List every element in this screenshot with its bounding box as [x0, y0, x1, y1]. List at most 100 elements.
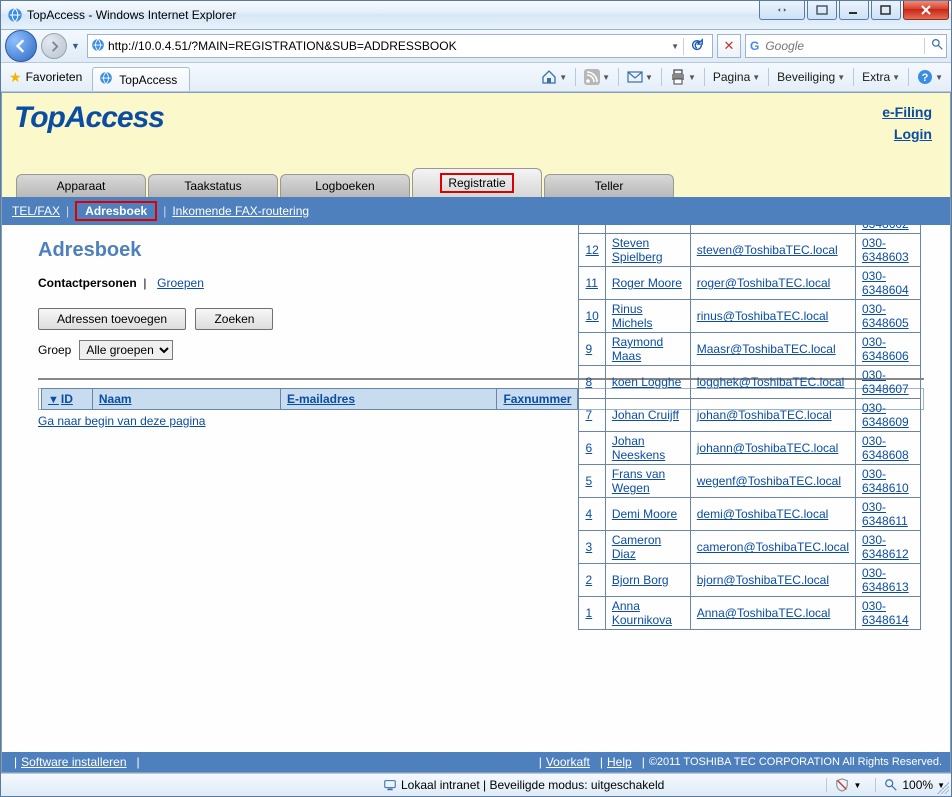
row-id-link[interactable]: 6 — [585, 441, 592, 455]
row-id-link[interactable]: 11 — [585, 276, 597, 290]
col-name-header[interactable]: Naam — [92, 388, 280, 409]
zoom-control[interactable]: 100% ▼ — [875, 778, 945, 792]
row-email-link[interactable]: wegenf@ToshibaTEC.local — [697, 474, 841, 488]
groups-link[interactable]: Groepen — [157, 276, 204, 290]
security-zone[interactable]: Lokaal intranet | Beveiligde modus: uitg… — [383, 778, 664, 792]
browser-tab[interactable]: TopAccess — [92, 67, 190, 91]
row-fax-link[interactable]: 030-6348604 — [862, 269, 909, 297]
row-email-link[interactable]: Maasr@ToshibaTEC.local — [697, 342, 836, 356]
row-fax-link[interactable]: 030-6348612 — [862, 533, 909, 561]
row-email-link[interactable]: johann@ToshibaTEC.local — [697, 441, 839, 455]
row-fax-link[interactable]: 030-6348603 — [862, 236, 909, 264]
feeds-menu-button[interactable]: ▼ — [580, 67, 614, 87]
row-id-link[interactable]: 12 — [585, 243, 598, 257]
col-email-header[interactable]: E-mailadres — [280, 388, 497, 409]
window-maximize-button[interactable] — [871, 1, 901, 20]
address-dropdown[interactable]: ▼ — [667, 42, 683, 51]
row-name-link[interactable]: Anna Kournikova — [612, 599, 672, 627]
help-link[interactable]: Help — [607, 755, 632, 769]
main-tab-logboeken[interactable]: Logboeken — [280, 174, 410, 197]
row-name-link[interactable]: Steven Spielberg — [612, 236, 663, 264]
home-menu-button[interactable]: ▼ — [537, 67, 571, 87]
group-select[interactable]: Alle groepen — [79, 340, 173, 360]
row-name-link[interactable]: Raymond Maas — [612, 335, 663, 363]
print-menu-button[interactable]: ▼ — [666, 67, 700, 87]
row-id-link[interactable]: 5 — [585, 474, 592, 488]
favorites-button[interactable]: ★ Favorieten — [1, 63, 90, 91]
main-tab-taakstatus[interactable]: Taakstatus — [148, 174, 278, 197]
main-tab-registratie[interactable]: Registratie — [412, 168, 542, 197]
window-minimize-button[interactable] — [839, 1, 869, 20]
search-button[interactable]: Zoeken — [195, 308, 273, 330]
row-fax-link[interactable]: 030-6348606 — [862, 335, 909, 363]
row-email-link[interactable]: roger@ToshibaTEC.local — [697, 276, 831, 290]
nav-back-button[interactable] — [5, 30, 37, 62]
row-id-link[interactable]: 4 — [585, 507, 592, 521]
main-tab-teller[interactable]: Teller — [544, 174, 674, 197]
row-email-link[interactable]: rinus@ToshibaTEC.local — [697, 309, 829, 323]
mail-menu-button[interactable]: ▼ — [623, 67, 657, 87]
row-id-link[interactable]: 3 — [585, 540, 592, 554]
voorkaft-link[interactable]: Voorkaft — [546, 755, 590, 769]
row-id-link[interactable]: 7 — [585, 408, 592, 422]
col-id-header[interactable]: ▼ID — [42, 388, 93, 409]
row-name-link[interactable]: koen Logghe — [612, 375, 681, 389]
window-close-button[interactable] — [903, 1, 949, 20]
nav-forward-button[interactable] — [41, 33, 67, 59]
row-name-link[interactable]: Johan Neeskens — [612, 434, 665, 462]
main-tab-apparaat[interactable]: Apparaat — [16, 174, 146, 197]
protected-mode-pane[interactable]: ▼ — [826, 778, 869, 792]
page-menu-button[interactable]: Pagina▼ — [709, 68, 764, 86]
row-id-link[interactable]: 2 — [585, 573, 592, 587]
resize-grip[interactable] — [937, 782, 949, 794]
row-fax-link[interactable]: 030-6348602 — [862, 225, 909, 232]
nav-history-dropdown[interactable]: ▼ — [71, 41, 83, 51]
row-name-link[interactable]: Rinus Michels — [612, 302, 653, 330]
back-to-top-link[interactable]: Ga naar begin van deze pagina — [38, 414, 205, 428]
install-software-link[interactable]: Software installeren — [21, 755, 126, 769]
row-fax-link[interactable]: 030-6348613 — [862, 566, 909, 594]
row-email-link[interactable]: demi@ToshibaTEC.local — [697, 507, 829, 521]
row-fax-link[interactable]: 030-6348611 — [862, 500, 908, 528]
row-email-link[interactable]: steven@ToshibaTEC.local — [697, 243, 838, 257]
window-navpad-button[interactable] — [759, 1, 805, 20]
login-link[interactable]: Login — [882, 123, 932, 145]
row-fax-link[interactable]: 030-6348608 — [862, 434, 909, 462]
url-input[interactable] — [106, 38, 667, 54]
row-name-link[interactable]: Bjorn Borg — [612, 573, 669, 587]
row-email-link[interactable]: johan@ToshibaTEC.local — [697, 408, 832, 422]
search-input[interactable] — [763, 38, 924, 54]
stop-button[interactable]: ✕ — [717, 34, 741, 58]
extra-menu-button[interactable]: Extra▼ — [858, 68, 904, 86]
row-id-link[interactable]: 10 — [585, 309, 598, 323]
efiling-link[interactable]: e-Filing — [882, 101, 932, 123]
row-id-link[interactable]: 8 — [585, 375, 592, 389]
row-fax-link[interactable]: 030-6348605 — [862, 302, 909, 330]
row-email-link[interactable]: logghek@ToshibaTEC.local — [697, 375, 845, 389]
row-id-link[interactable]: 9 — [585, 342, 592, 356]
row-name-link[interactable]: Frans van Wegen — [612, 467, 665, 495]
row-email-link[interactable]: bjorn@ToshibaTEC.local — [697, 573, 829, 587]
subtab-adresboek[interactable]: Adresboek — [75, 201, 157, 221]
subtab-telfax[interactable]: TEL/FAX — [12, 204, 60, 218]
search-box[interactable]: G — [745, 34, 947, 58]
search-go-button[interactable] — [924, 38, 950, 54]
row-name-link[interactable]: Roger Moore — [612, 276, 682, 290]
row-id-link[interactable]: 1 — [585, 606, 592, 620]
help-menu-button[interactable]: ? ▼ — [913, 67, 947, 87]
row-fax-link[interactable]: 030-6348609 — [862, 401, 909, 429]
row-email-link[interactable]: Anna@ToshibaTEC.local — [697, 606, 831, 620]
row-name-link[interactable]: Cameron Diaz — [612, 533, 661, 561]
address-bar[interactable]: ▼ — [87, 34, 713, 58]
safety-menu-button[interactable]: Beveiliging▼ — [773, 68, 849, 86]
row-name-link[interactable]: Johan Cruijff — [612, 408, 679, 422]
col-fax-header[interactable]: Faxnummer — [497, 388, 578, 409]
add-addresses-button[interactable]: Adressen toevoegen — [38, 308, 186, 330]
row-fax-link[interactable]: 030-6348614 — [862, 599, 909, 627]
refresh-button[interactable] — [683, 38, 710, 55]
row-fax-link[interactable]: 030-6348610 — [862, 467, 909, 495]
window-restore-alt-button[interactable] — [807, 1, 837, 20]
subtab-faxrouting[interactable]: Inkomende FAX-routering — [172, 204, 309, 218]
row-email-link[interactable]: cameron@ToshibaTEC.local — [697, 540, 849, 554]
row-name-link[interactable]: Demi Moore — [612, 507, 677, 521]
